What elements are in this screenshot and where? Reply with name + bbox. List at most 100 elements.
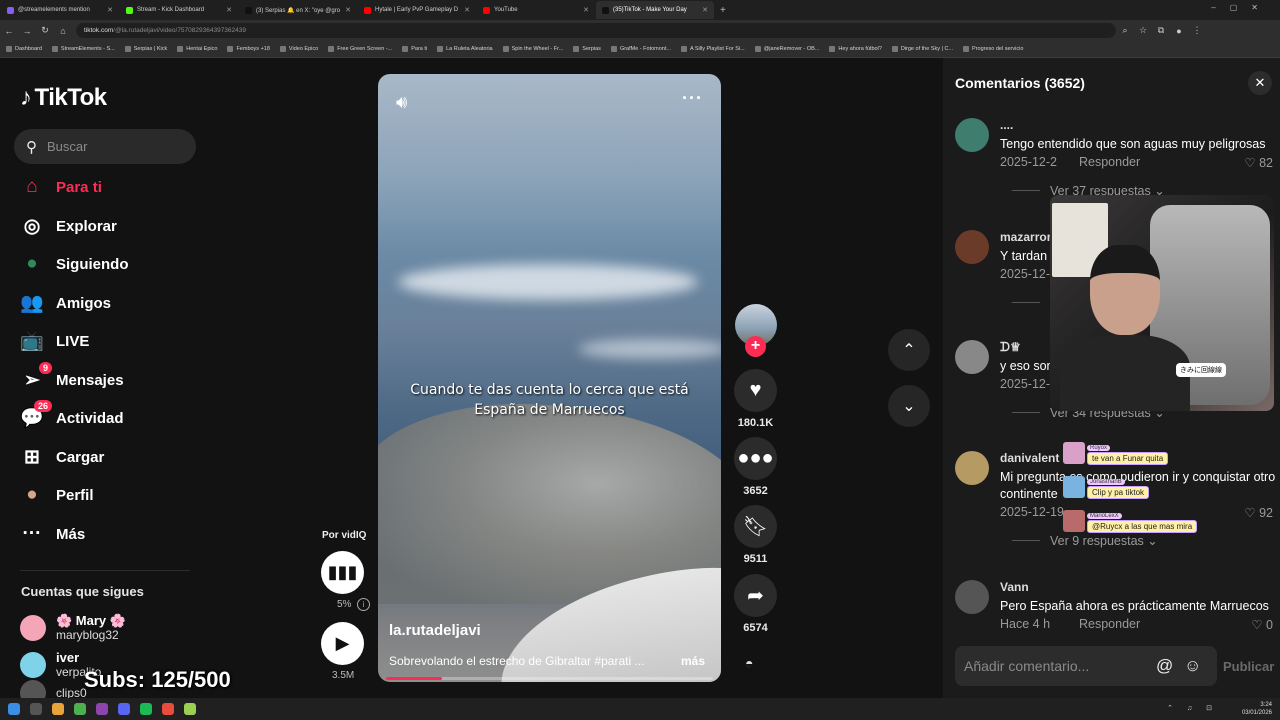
comment-author[interactable]: ᗪ♕ xyxy=(1000,340,1021,355)
sidebar-item-live[interactable]: 📺 LIVE xyxy=(20,326,89,356)
zoom-icon[interactable]: ⌕ xyxy=(1116,25,1134,36)
bookmark-item[interactable]: A Silly Playlist For Si... xyxy=(680,46,745,52)
spotify-icon[interactable] xyxy=(140,703,152,715)
follow-plus-button[interactable]: + xyxy=(745,336,766,357)
sidebar-item-siguiendo[interactable]: ● Siguiendo xyxy=(20,249,128,279)
comment-input[interactable]: Añadir comentario... @ ☺ xyxy=(955,646,1217,686)
emoji-icon[interactable]: ☺ xyxy=(1184,656,1201,676)
info-icon[interactable]: i xyxy=(357,598,370,611)
bookmark-star-icon[interactable]: ☆ xyxy=(1134,25,1152,36)
sidebar-item-más[interactable]: ··· Más xyxy=(20,519,86,549)
bookmark-item[interactable]: Hey ahora fútbol? xyxy=(829,46,882,52)
system-tray-icons[interactable]: ⌃ ♫ ⊡ xyxy=(1167,704,1218,712)
video-player[interactable]: 🔊︎ ··· Cuando te das cuenta lo cerca que… xyxy=(378,74,721,682)
taskbar-clock[interactable]: 3:24 03/01/2026 xyxy=(1242,701,1272,717)
play-icon[interactable]: ▶ xyxy=(321,622,364,665)
search-input[interactable]: ⚲ Buscar xyxy=(14,129,196,164)
avatar[interactable] xyxy=(955,340,989,374)
video-progress-bar[interactable] xyxy=(386,677,713,680)
start-icon[interactable] xyxy=(8,703,20,715)
comment-author[interactable]: mazarron xyxy=(1000,230,1054,244)
browser-tab[interactable]: (3) Serpias 🔔 en X: "oye @gro ✕ xyxy=(239,1,357,19)
extensions-icon[interactable]: ⧉ xyxy=(1152,25,1170,36)
previous-video-button[interactable]: ⌃ xyxy=(888,329,930,371)
comment-like[interactable]: ♡ 0 xyxy=(1251,617,1273,632)
comment-action[interactable]: ●●● 3652 xyxy=(734,437,777,497)
reply-button[interactable]: Responder xyxy=(1079,155,1140,169)
bookmark-item[interactable]: Serpias | Kick xyxy=(124,46,167,52)
bookmark-item[interactable]: Serpias xyxy=(573,46,601,52)
bookmark-item[interactable]: Dashboard xyxy=(6,46,42,52)
home-browser-icon[interactable]: ⌂ xyxy=(54,26,72,36)
sidebar-item-perfil[interactable]: ● Perfil xyxy=(20,480,93,510)
forward-icon[interactable]: → xyxy=(18,26,36,36)
close-tab-icon[interactable]: ✕ xyxy=(699,6,708,14)
tiktok-logo[interactable]: ♪ TikTok xyxy=(20,84,107,112)
avatar[interactable] xyxy=(955,451,989,485)
browser-menu-icon[interactable]: ⋮ xyxy=(1188,25,1206,36)
bookmark-item[interactable]: GrafMe - Fotomont... xyxy=(610,46,671,52)
comment-author[interactable]: danivalent xyxy=(1000,451,1059,465)
next-video-button[interactable]: ⌄ xyxy=(888,385,930,427)
mention-icon[interactable]: @ xyxy=(1156,656,1173,676)
reload-icon[interactable]: ↻ xyxy=(36,25,54,36)
bookmark-item[interactable]: Progreso del servicio xyxy=(963,46,1023,52)
share-arrow-icon[interactable]: ➦ xyxy=(734,574,777,617)
window-controls[interactable]: –▢✕ xyxy=(1211,3,1272,12)
bookmark-item[interactable]: La Ruleta Aleatoria xyxy=(437,46,493,52)
explorer-icon[interactable] xyxy=(52,703,64,715)
app-icon[interactable] xyxy=(96,703,108,715)
close-tab-icon[interactable]: ✕ xyxy=(342,6,351,14)
save-action[interactable]: 🔖︎ 9511 xyxy=(734,505,777,565)
vidiq-stats-icon[interactable]: ▮▮▮ xyxy=(321,551,364,594)
browser-tab[interactable]: Hytale | Early PvP Gameplay D ✕ xyxy=(358,1,476,19)
bookmark-icon[interactable]: 🔖︎ xyxy=(734,505,777,548)
followed-account[interactable]: 🌸 Mary 🌸 maryblog32 xyxy=(20,613,126,642)
discord-icon[interactable] xyxy=(118,703,130,715)
bookmark-item[interactable]: Femboys +18 xyxy=(227,46,270,52)
profile-icon[interactable]: ● xyxy=(1170,26,1188,36)
chrome-icon[interactable] xyxy=(74,703,86,715)
description-more-link[interactable]: más xyxy=(681,654,705,668)
volume-icon[interactable]: 🔊︎ xyxy=(396,92,407,113)
sidebar-item-actividad[interactable]: 💬 26 Actividad xyxy=(20,400,124,433)
close-tab-icon[interactable]: ✕ xyxy=(223,6,232,14)
publish-button[interactable]: Publicar xyxy=(1223,659,1274,674)
share-action[interactable]: ➦ 6574 xyxy=(734,574,777,634)
browser-tab[interactable]: YouTube ✕ xyxy=(477,1,595,19)
close-tab-icon[interactable]: ✕ xyxy=(104,6,113,14)
bookmark-item[interactable]: Video Epico xyxy=(279,46,318,52)
bookmark-item[interactable]: Spin the Wheel - Fr... xyxy=(502,46,563,52)
close-tab-icon[interactable]: ✕ xyxy=(580,6,589,14)
app-icon[interactable] xyxy=(162,703,174,715)
sidebar-item-para-ti[interactable]: ⌂ Para ti xyxy=(20,172,102,202)
video-author[interactable]: la.rutadeljavi xyxy=(389,622,481,639)
bookmark-item[interactable]: @janeRemover - OB... xyxy=(754,46,819,52)
view-replies-button[interactable]: Ver 9 respuestas ⌄ xyxy=(1012,533,1158,548)
avatar[interactable] xyxy=(955,118,989,152)
sidebar-item-mensajes[interactable]: ➢ 9 Mensajes xyxy=(20,362,124,395)
browser-tab[interactable]: @streamelements mention ✕ xyxy=(1,1,119,19)
sidebar-item-amigos[interactable]: 👥 Amigos xyxy=(20,288,111,318)
music-disc-icon[interactable]: ◓ xyxy=(745,655,753,671)
comment-like[interactable]: ♡ 82 xyxy=(1244,155,1273,170)
app-icon[interactable] xyxy=(184,703,196,715)
reply-button[interactable]: Responder xyxy=(1079,617,1140,631)
new-tab-button[interactable]: + xyxy=(720,5,726,16)
browser-tab[interactable]: (35)TikTok - Make Your Day ✕ xyxy=(596,1,714,19)
bookmark-item[interactable]: Free Green Screen -... xyxy=(328,46,392,52)
back-icon[interactable]: ← xyxy=(0,26,18,36)
avatar[interactable] xyxy=(955,230,989,264)
heart-icon[interactable]: ♥ xyxy=(734,369,777,412)
bookmark-item[interactable]: Hentai Epico xyxy=(177,46,217,52)
browser-tab[interactable]: Stream - Kick Dashboard ✕ xyxy=(120,1,238,19)
bookmark-item[interactable]: Dirge of the Sky | C... xyxy=(891,46,953,52)
sidebar-item-explorar[interactable]: ◎ Explorar xyxy=(20,211,117,241)
avatar[interactable] xyxy=(955,580,989,614)
comment-author[interactable]: .... xyxy=(1000,118,1013,132)
bookmark-item[interactable]: Para ti xyxy=(402,46,427,52)
search-taskbar-icon[interactable] xyxy=(30,703,42,715)
like-action[interactable]: ♥ 180.1K xyxy=(734,369,777,429)
comment-bubble-icon[interactable]: ●●● xyxy=(734,437,777,480)
more-options-icon[interactable]: ··· xyxy=(682,88,703,109)
